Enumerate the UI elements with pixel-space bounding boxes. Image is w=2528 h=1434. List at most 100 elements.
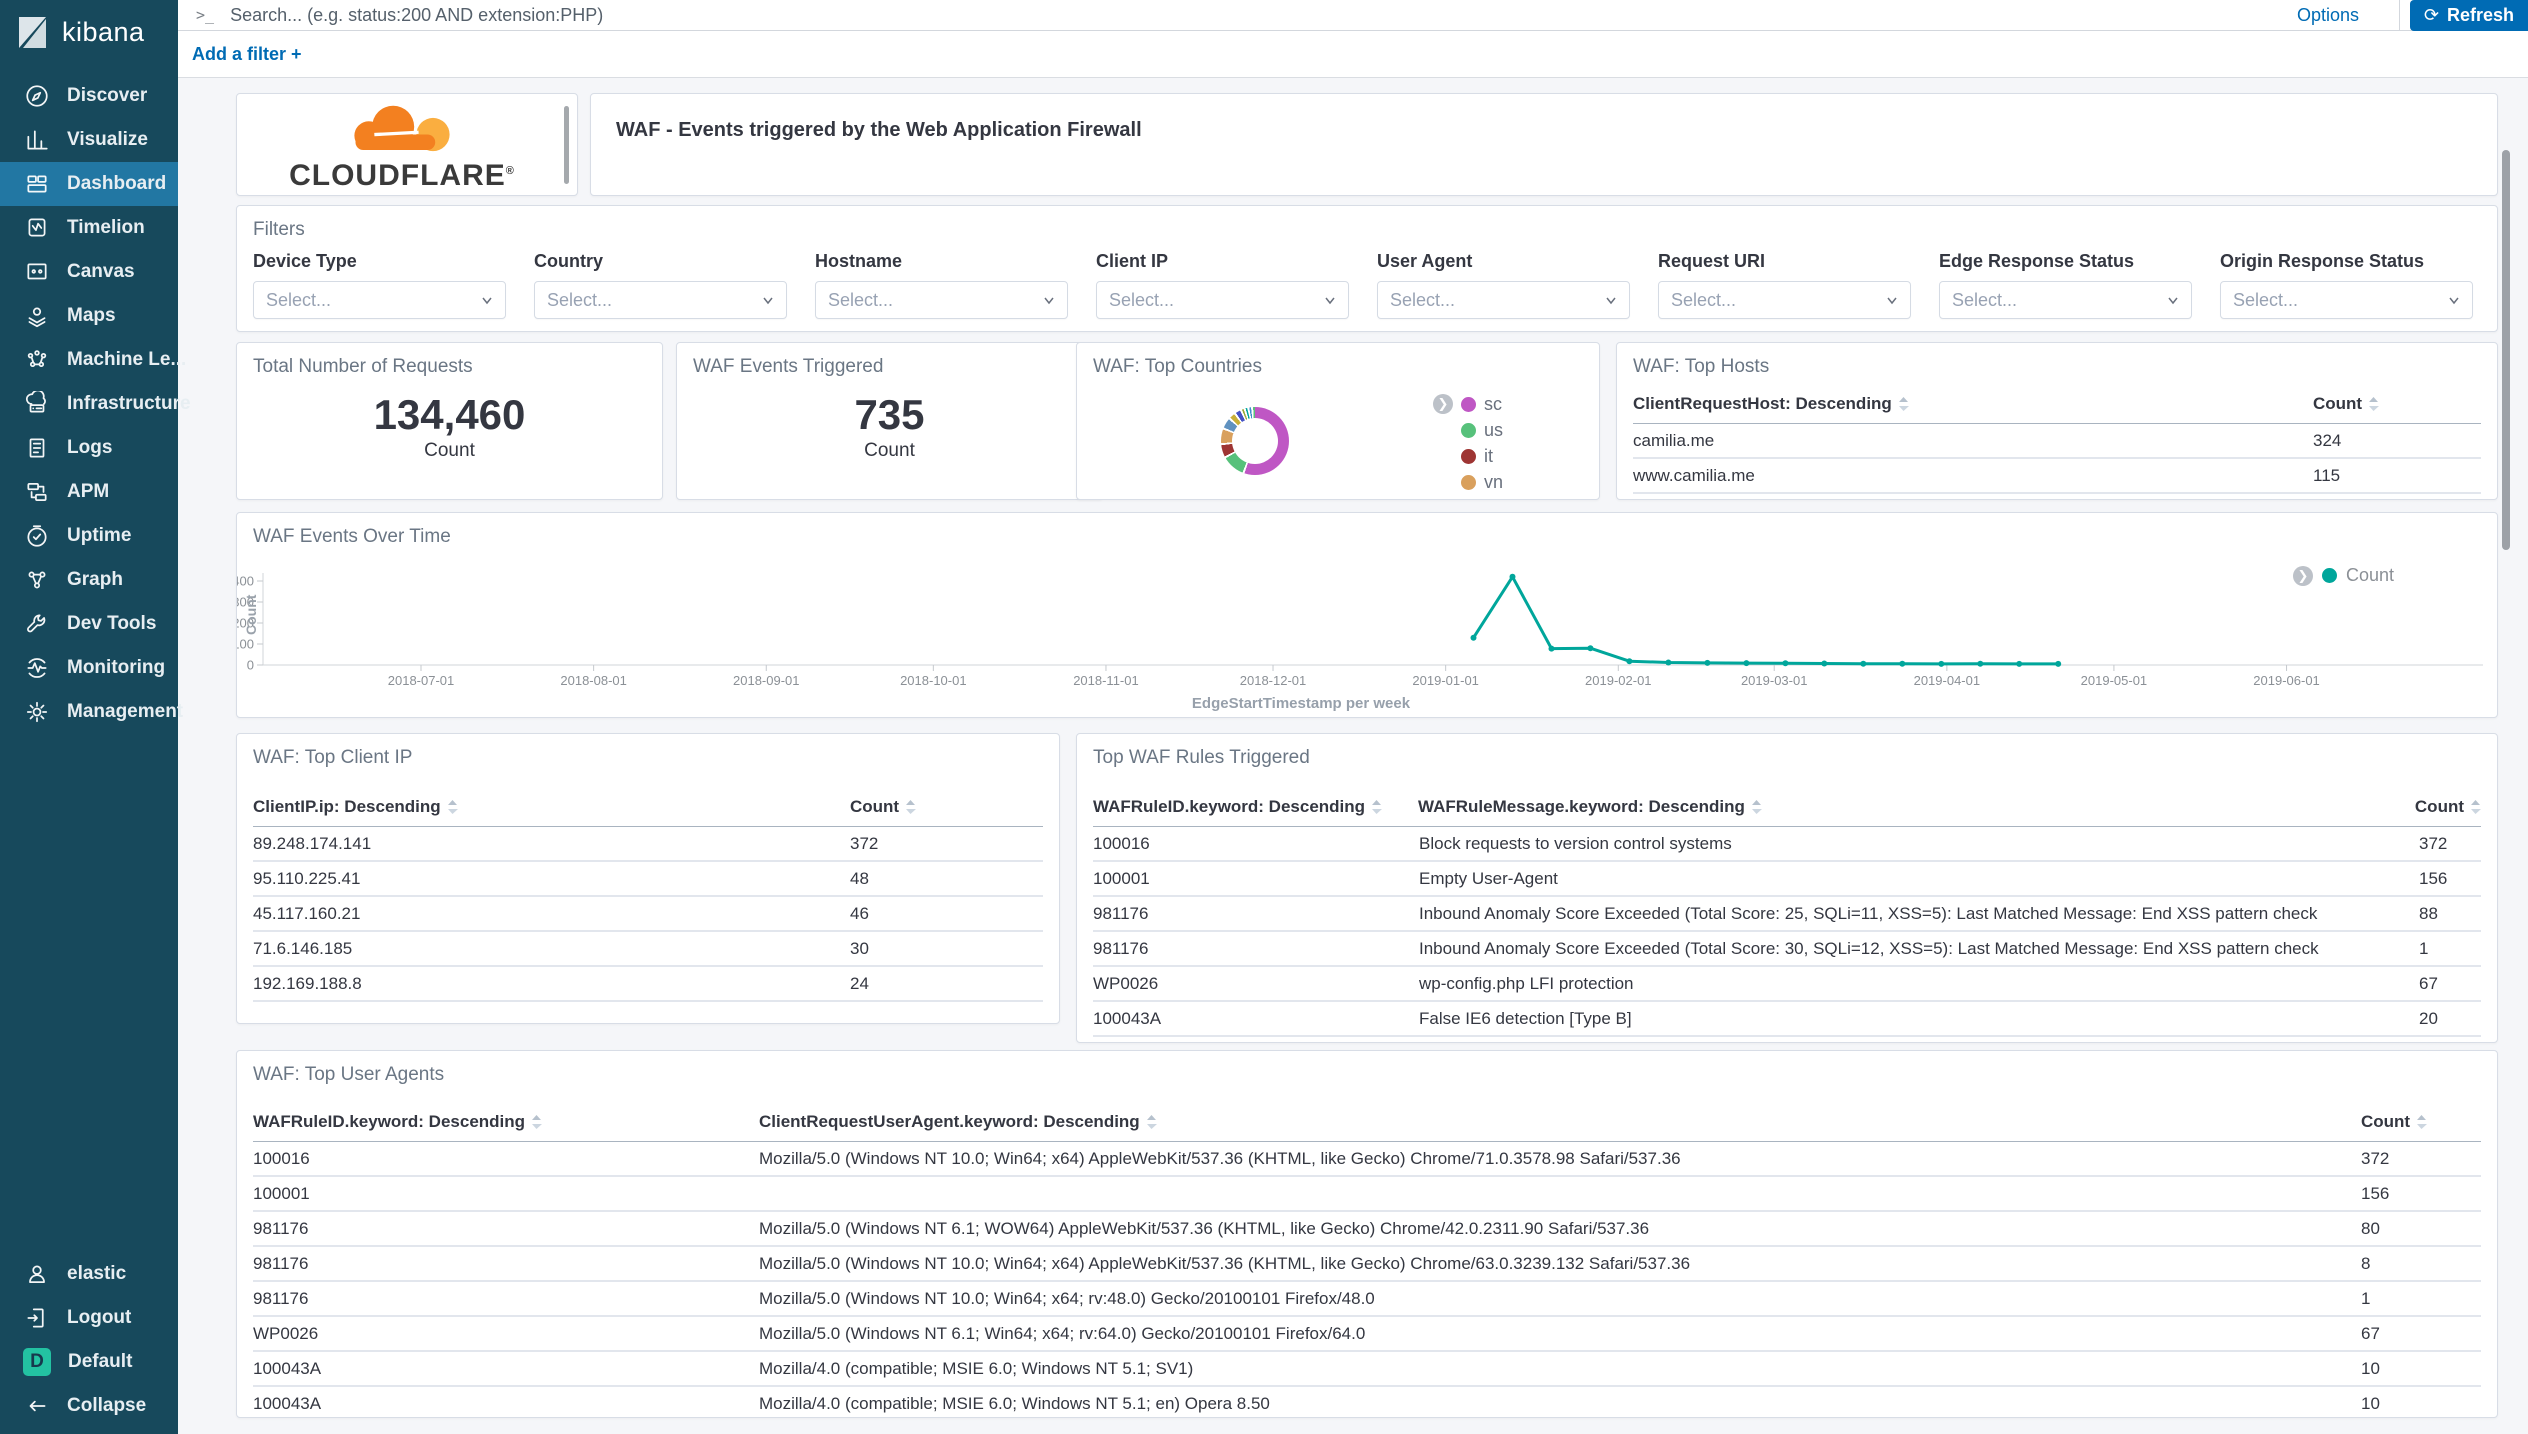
infrastructure-icon [24, 391, 50, 417]
table-cell: 10 [2361, 1359, 2481, 1379]
graph-icon [24, 567, 50, 593]
sidebar-item-logs[interactable]: Logs [0, 426, 178, 470]
sidebar-item-default[interactable]: DDefault [0, 1340, 178, 1384]
sidebar-item-ml[interactable]: Machine Le... [0, 338, 178, 382]
table-cell: 100043A [1093, 1009, 1419, 1029]
sidebar-item-logout[interactable]: Logout [0, 1296, 178, 1340]
sidebar-item-collapse[interactable]: Collapse [0, 1384, 178, 1428]
panel-scrollbar[interactable] [564, 106, 569, 184]
table-cell: 100001 [253, 1184, 759, 1204]
options-link[interactable]: Options [2257, 5, 2399, 26]
column-header[interactable]: ClientIP.ip: Descending [253, 797, 850, 817]
column-header[interactable]: Count [850, 797, 1043, 817]
table-cell: 80 [2361, 1219, 2481, 1239]
sidebar-item-label: Machine Le... [67, 349, 186, 371]
top-waf-rules-table: WAFRuleID.keyword: DescendingWAFRuleMess… [1093, 791, 2481, 1037]
legend-toggle-icon[interactable]: ❯ [2293, 566, 2313, 586]
table-cell: 67 [2361, 1324, 2481, 1344]
sidebar-item-infrastructure[interactable]: Infrastructure [0, 382, 178, 426]
table-cell: 981176 [1093, 939, 1419, 959]
column-header[interactable]: Count [2313, 394, 2481, 414]
table-cell: 100001 [1093, 869, 1419, 889]
page-scrollbar[interactable] [2502, 150, 2510, 550]
sidebar-item-monitoring[interactable]: Monitoring [0, 646, 178, 690]
legend-entry[interactable]: Count [2346, 565, 2394, 586]
table-cell: 156 [2419, 869, 2481, 889]
column-header[interactable]: Count [2361, 1112, 2481, 1132]
add-filter-link[interactable]: Add a filter + [192, 44, 302, 65]
column-header[interactable]: WAFRuleID.keyword: Descending [253, 1112, 759, 1132]
filter-select[interactable]: Select... [253, 281, 506, 319]
svg-text:2019-06-01: 2019-06-01 [2253, 673, 2320, 688]
chevron-down-icon [1041, 292, 1057, 308]
column-header[interactable]: ClientRequestUserAgent.keyword: Descendi… [759, 1112, 2361, 1132]
table-cell: Mozilla/5.0 (Windows NT 6.1; Win64; x64;… [759, 1324, 2361, 1344]
refresh-button[interactable]: ⟳ Refresh [2410, 0, 2528, 31]
sidebar-item-graph[interactable]: Graph [0, 558, 178, 602]
column-header[interactable]: ClientRequestHost: Descending [1633, 394, 2313, 414]
sidebar-item-discover[interactable]: Discover [0, 74, 178, 118]
sidebar-item-maps[interactable]: Maps [0, 294, 178, 338]
sidebar-item-apm[interactable]: APM [0, 470, 178, 514]
kibana-brand[interactable]: kibana [0, 0, 178, 62]
filter-device-type: Device TypeSelect... [253, 251, 506, 319]
legend-entry-sc[interactable]: ❯ sc [1433, 391, 1503, 417]
filter-select[interactable]: Select... [1096, 281, 1349, 319]
filter-country: CountrySelect... [534, 251, 787, 319]
sidebar-item-canvas[interactable]: Canvas [0, 250, 178, 294]
dashboard-icon [24, 171, 50, 197]
sort-icon [2368, 396, 2379, 412]
sidebar-item-uptime[interactable]: Uptime [0, 514, 178, 558]
legend-entry-vn[interactable]: vn [1461, 469, 1503, 495]
filter-select[interactable]: Select... [1939, 281, 2192, 319]
table-cell: 30 [850, 939, 1043, 959]
table-cell: 981176 [253, 1219, 759, 1239]
kibana-logo-text: kibana [62, 17, 145, 48]
column-header[interactable]: WAFRuleMessage.keyword: Descending [1418, 797, 2415, 817]
sidebar-item-label: Maps [67, 305, 116, 327]
filter-select[interactable]: Select... [1658, 281, 1911, 319]
sidebar-item-visualize[interactable]: Visualize [0, 118, 178, 162]
legend-entry-us[interactable]: us [1461, 417, 1503, 443]
series-color-dot [1461, 449, 1476, 464]
search-input[interactable] [228, 4, 2257, 27]
column-header[interactable]: WAFRuleID.keyword: Descending [1093, 797, 1418, 817]
sidebar-item-label: elastic [67, 1263, 126, 1285]
sidebar-item-management[interactable]: Management [0, 690, 178, 734]
sidebar-item-timelion[interactable]: Timelion [0, 206, 178, 250]
table-row: 100001Empty User-Agent156 [1093, 862, 2481, 897]
sidebar-item-label: Dev Tools [67, 613, 156, 635]
table-row: www.camilia.me115 [1633, 459, 2481, 494]
sidebar-item-user[interactable]: elastic [0, 1252, 178, 1296]
filter-select[interactable]: Select... [2220, 281, 2473, 319]
top-client-ip-panel: WAF: Top Client IP ClientIP.ip: Descendi… [236, 733, 1060, 1024]
sidebar-item-devtools[interactable]: Dev Tools [0, 602, 178, 646]
table-cell: 48 [850, 869, 1043, 889]
events-line-chart[interactable]: 01002003004002018-07-012018-08-012018-09… [237, 513, 2497, 717]
top-waf-rules-panel: Top WAF Rules Triggered WAFRuleID.keywor… [1076, 733, 2498, 1043]
countries-donut-chart[interactable] [1221, 407, 1289, 475]
filter-select[interactable]: Select... [1377, 281, 1630, 319]
table-cell: 156 [2361, 1184, 2481, 1204]
table-row: 100016Mozilla/5.0 (Windows NT 10.0; Win6… [253, 1142, 2481, 1177]
chevron-down-icon [760, 292, 776, 308]
table-row: 100043AMozilla/4.0 (compatible; MSIE 6.0… [253, 1387, 2481, 1418]
table-cell: 115 [2313, 466, 2481, 486]
column-header[interactable]: Count [2415, 797, 2481, 817]
chevron-down-icon [1603, 292, 1619, 308]
legend-entry-it[interactable]: it [1461, 443, 1503, 469]
chevron-down-icon [1322, 292, 1338, 308]
uptime-icon [24, 523, 50, 549]
table-cell: 67 [2419, 974, 2481, 994]
sidebar-item-dashboard[interactable]: Dashboard [0, 162, 178, 206]
svg-text:2018-10-01: 2018-10-01 [900, 673, 967, 688]
legend-toggle-icon[interactable]: ❯ [1433, 394, 1453, 414]
legend-label: sc [1484, 394, 1502, 415]
table-cell: WP0026 [253, 1324, 759, 1344]
chevron-down-icon [2446, 292, 2462, 308]
table-cell: 981176 [1093, 904, 1419, 924]
filter-select[interactable]: Select... [815, 281, 1068, 319]
filter-origin-response-status: Origin Response StatusSelect... [2220, 251, 2473, 319]
filter-select[interactable]: Select... [534, 281, 787, 319]
top-hosts-panel: WAF: Top Hosts ClientRequestHost: Descen… [1616, 342, 2498, 500]
